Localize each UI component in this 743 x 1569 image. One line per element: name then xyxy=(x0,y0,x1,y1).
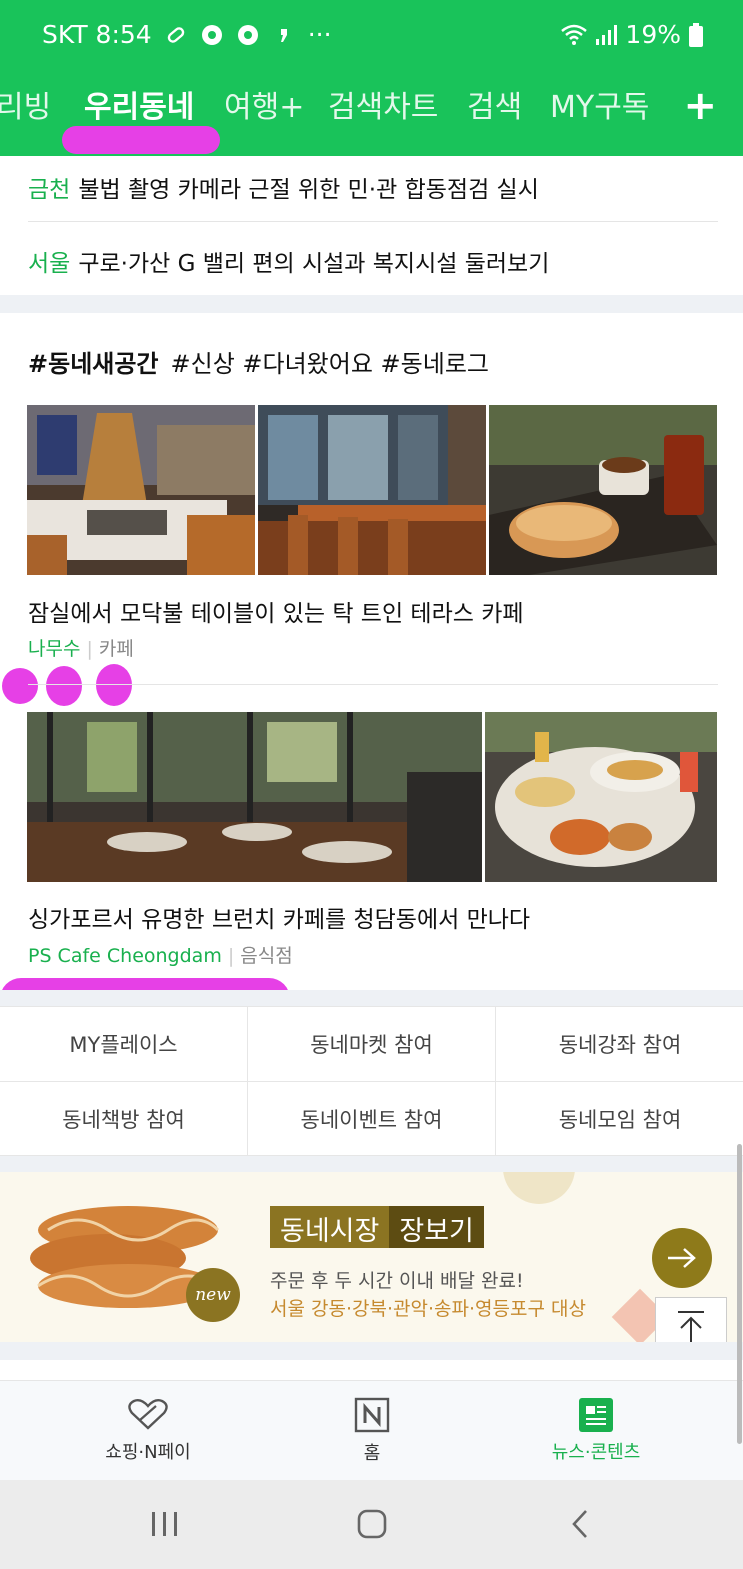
meetup-join-button[interactable]: 동네모임 참여 xyxy=(496,1081,743,1155)
event-join-button[interactable]: 동네이벤트 참여 xyxy=(248,1081,496,1155)
notification-dot-icon xyxy=(201,24,222,45)
card-source[interactable]: 나무수 xyxy=(28,638,80,660)
section-gap xyxy=(0,295,743,313)
annotation-mark xyxy=(46,666,82,706)
pill-icon xyxy=(167,26,184,43)
tab-living[interactable]: 리빙 xyxy=(0,82,51,126)
recent-apps-icon[interactable] xyxy=(150,1510,180,1538)
app-screen: SKT 8:54 ··· 19% 리빙 우리동네 여행+ 검색차트 검색 MY구… xyxy=(0,0,743,1569)
signal-icon xyxy=(596,24,618,45)
photo-fire-table[interactable] xyxy=(27,405,255,575)
banner-areas: 서울 강동·강북·관악·송파·영등포구 대상 xyxy=(270,1298,586,1320)
battery-icon xyxy=(689,22,703,47)
status-bar: SKT 8:54 ··· 19% xyxy=(0,0,743,72)
nav-news-contents[interactable]: 뉴스·콘텐츠 xyxy=(472,1381,720,1481)
market-banner[interactable]: new 동네시장 장보기 주문 후 두 시간 이내 배달 완료! 서울 강동·강북… xyxy=(0,1172,743,1342)
headline-text: 구로·가산 G 밸리 편의 시설과 복지시설 둘러보기 xyxy=(78,251,550,277)
nav-label: 홈 xyxy=(363,1443,381,1464)
banner-title-part2: 장보기 xyxy=(389,1206,484,1248)
card-meta: PS Cafe Cheongdam | 음식점 xyxy=(28,941,293,968)
banner-title-part1: 동네시장 xyxy=(270,1206,390,1248)
headline-text: 불법 촬영 카메라 근절 위한 민·관 합동점검 실시 xyxy=(78,177,539,203)
bottom-navigation: 쇼핑·N페이 홈 뉴스·콘텐츠 xyxy=(0,1380,743,1480)
section-main-tag[interactable]: #동네새공간 xyxy=(28,350,159,378)
nav-label: 뉴스·콘텐츠 xyxy=(551,1442,641,1463)
card-caption[interactable]: 싱가포르서 유명한 브런치 카페를 청담동에서 만나다 xyxy=(28,900,530,934)
photo-coffee-sandwich[interactable] xyxy=(489,405,717,575)
annotation-mark xyxy=(2,668,38,704)
tab-travel[interactable]: 여행+ xyxy=(224,82,304,126)
scrollbar[interactable] xyxy=(737,1144,742,1444)
heart-tag-icon xyxy=(128,1398,168,1430)
quote-icon xyxy=(280,28,287,42)
headline-region: 금천 xyxy=(28,177,71,203)
tab-search[interactable]: 검색 xyxy=(467,82,522,126)
banner-arrow-button[interactable] xyxy=(652,1228,712,1288)
headline-item[interactable]: 서울 구로·가산 G 밸리 편의 시설과 복지시설 둘러보기 xyxy=(28,244,549,278)
n-logo-icon xyxy=(354,1397,390,1433)
banner-description: 주문 후 두 시간 이내 배달 완료! xyxy=(270,1270,524,1292)
card-category: 카페 xyxy=(98,638,134,660)
banner-decoration xyxy=(503,1172,575,1204)
divider xyxy=(28,684,718,685)
nav-shopping-pay[interactable]: 쇼핑·N페이 xyxy=(24,1381,272,1481)
card-category: 음식점 xyxy=(240,945,293,967)
market-join-button[interactable]: 동네마켓 참여 xyxy=(248,1007,496,1081)
system-navigation-bar xyxy=(0,1480,743,1569)
arrow-up-icon xyxy=(678,1311,704,1342)
section-gap xyxy=(0,1156,743,1172)
nav-label: 쇼핑·N페이 xyxy=(105,1442,191,1463)
notification-dot-icon xyxy=(237,24,258,45)
arrow-right-icon xyxy=(668,1248,696,1268)
carrier-time: SKT 8:54 xyxy=(42,20,152,49)
tab-search-chart[interactable]: 검색차트 xyxy=(328,82,438,126)
add-tab-button[interactable]: + xyxy=(683,82,717,130)
active-tab-indicator xyxy=(62,126,220,154)
nav-home[interactable]: 홈 xyxy=(248,1381,496,1481)
section-title: #동네새공간 #신상 #다녀왔어요 #동네로그 xyxy=(28,344,489,379)
headline-item[interactable]: 금천 불법 촬영 카메라 근절 위한 민·관 합동점검 실시 xyxy=(28,170,539,204)
photo-cafe-interior[interactable] xyxy=(258,405,486,575)
divider xyxy=(28,221,718,222)
wifi-icon xyxy=(561,24,588,45)
banner-title: 동네시장 장보기 xyxy=(270,1206,484,1248)
meta-separator: | xyxy=(86,638,93,660)
section-gap xyxy=(0,990,743,1006)
battery-percent: 19% xyxy=(625,20,681,49)
annotation-mark xyxy=(96,664,132,706)
back-icon[interactable] xyxy=(568,1508,592,1540)
class-join-button[interactable]: 동네강좌 참여 xyxy=(496,1007,743,1081)
meta-separator: | xyxy=(227,945,235,967)
headline-region: 서울 xyxy=(28,251,71,277)
card-caption[interactable]: 잠실에서 모닥불 테이블이 있는 탁 트인 테라스 카페 xyxy=(28,594,524,628)
bookstore-join-button[interactable]: 동네책방 참여 xyxy=(0,1081,248,1155)
card-meta: 나무수 | 카페 xyxy=(28,634,134,661)
tab-my-subscription[interactable]: MY구독 xyxy=(550,82,649,126)
news-icon xyxy=(579,1398,613,1432)
more-notifications: ··· xyxy=(307,20,332,49)
my-place-button[interactable]: MY플레이스 xyxy=(0,1007,248,1081)
shortcut-grid: MY플레이스 동네마켓 참여 동네강좌 참여 동네책방 참여 동네이벤트 참여 … xyxy=(0,1006,743,1156)
card-source[interactable]: PS Cafe Cheongdam xyxy=(28,945,222,967)
tab-our-neighborhood[interactable]: 우리동네 xyxy=(84,82,194,126)
photo-brunch-plates[interactable] xyxy=(485,712,717,882)
home-button-icon[interactable] xyxy=(356,1508,388,1540)
photo-brunch-cafe-interior[interactable] xyxy=(27,712,482,882)
new-badge: new xyxy=(186,1268,240,1322)
section-tags[interactable]: #신상 #다녀왔어요 #동네로그 xyxy=(171,350,489,378)
section-gap xyxy=(0,1342,743,1360)
